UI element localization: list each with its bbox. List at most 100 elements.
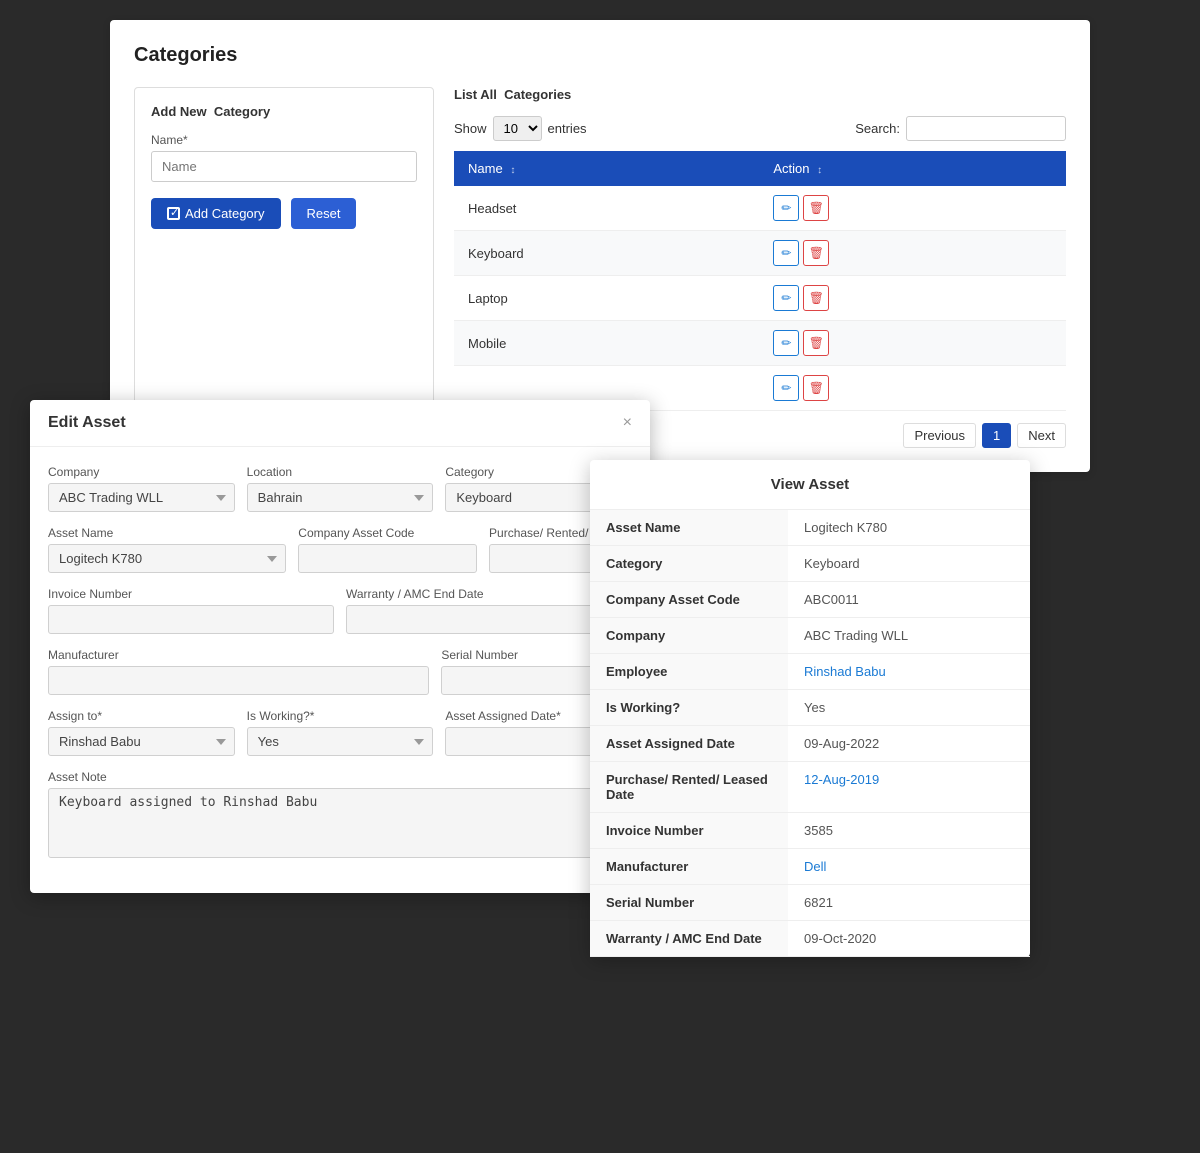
row-actions: ✏ 🗑: [759, 321, 1066, 366]
edit-asset-modal: Edit Asset × Company ABC Trading WLL Loc…: [30, 400, 650, 893]
delete-button[interactable]: 🗑: [803, 195, 829, 221]
asset-name-select[interactable]: Logitech K780: [48, 544, 286, 573]
view-label-asset-name: Asset Name: [590, 510, 788, 546]
company-asset-code-input[interactable]: ABC0011: [298, 544, 477, 573]
note-label: Asset Note: [48, 770, 632, 784]
view-row-assigned-date: Asset Assigned Date 09-Aug-2022: [590, 726, 1030, 762]
close-modal-button[interactable]: ×: [623, 414, 632, 432]
entries-select[interactable]: 10 25 50: [493, 116, 542, 141]
view-label-manufacturer: Manufacturer: [590, 849, 788, 885]
form-row-4: Manufacturer Dell Serial Number 6821: [48, 648, 632, 695]
view-value-assigned-date: 09-Aug-2022: [788, 726, 1030, 762]
reset-button[interactable]: Reset: [291, 198, 357, 229]
view-row-warranty: Warranty / AMC End Date 09-Oct-2020: [590, 921, 1030, 957]
view-value-company: ABC Trading WLL: [788, 618, 1030, 654]
action-btns: ✏ 🗑: [773, 330, 1052, 356]
view-value-employee: Rinshad Babu: [788, 654, 1030, 690]
form-row-2: Asset Name Logitech K780 Company Asset C…: [48, 526, 632, 573]
view-label-company-asset-code: Company Asset Code: [590, 582, 788, 618]
next-page-button[interactable]: Next: [1017, 423, 1066, 448]
action-btns: ✏ 🗑: [773, 285, 1052, 311]
view-panel-title: View Asset: [590, 460, 1030, 510]
show-entries: Show 10 25 50 entries: [454, 116, 587, 141]
assign-to-select[interactable]: Rinshad Babu: [48, 727, 235, 756]
is-working-field: Is Working?* Yes: [247, 709, 434, 756]
view-value-invoice-number: 3585: [788, 813, 1030, 849]
panel-body: Add New Category Name* ✓ Add Category Re…: [134, 87, 1066, 448]
manufacturer-input[interactable]: Dell: [48, 666, 429, 695]
sort-icon-name: ↕: [510, 165, 515, 176]
view-label-purchase-date: Purchase/ Rented/ Leased Date: [590, 762, 788, 813]
delete-button[interactable]: 🗑: [803, 330, 829, 356]
edit-button[interactable]: ✏: [773, 375, 799, 401]
page-title: Categories: [134, 44, 1066, 67]
view-label-warranty: Warranty / AMC End Date: [590, 921, 788, 957]
manufacturer-label: Manufacturer: [48, 648, 429, 662]
show-label: Show: [454, 121, 487, 136]
view-row-category: Category Keyboard: [590, 546, 1030, 582]
company-asset-code-label: Company Asset Code: [298, 526, 477, 540]
prev-page-button[interactable]: Previous: [903, 423, 976, 448]
view-row-is-working: Is Working? Yes: [590, 690, 1030, 726]
row-actions: ✏ 🗑: [759, 276, 1066, 321]
list-category-box: List All Categories Show 10 25 50 entrie…: [454, 87, 1066, 448]
modal-title: Edit Asset: [48, 414, 126, 432]
table-header-row: Name ↕ Action ↕: [454, 151, 1066, 186]
delete-button[interactable]: 🗑: [803, 285, 829, 311]
location-field: Location Bahrain: [247, 465, 434, 512]
location-select[interactable]: Bahrain: [247, 483, 434, 512]
invoice-number-input[interactable]: 3585: [48, 605, 334, 634]
view-value-category: Keyboard: [788, 546, 1030, 582]
view-value-purchase-date: 12-Aug-2019: [788, 762, 1030, 813]
company-field: Company ABC Trading WLL: [48, 465, 235, 512]
name-label: Name*: [151, 133, 417, 147]
table-row: Headset ✏ 🗑: [454, 186, 1066, 231]
row-actions: ✏ 🗑: [759, 186, 1066, 231]
company-select[interactable]: ABC Trading WLL: [48, 483, 235, 512]
view-label-company: Company: [590, 618, 788, 654]
row-name: Laptop: [454, 276, 759, 321]
page-1-button[interactable]: 1: [982, 423, 1011, 448]
invoice-number-label: Invoice Number: [48, 587, 334, 601]
assign-to-label: Assign to*: [48, 709, 235, 723]
search-label: Search:: [855, 121, 900, 136]
delete-button[interactable]: 🗑: [803, 240, 829, 266]
company-asset-code-field: Company Asset Code ABC0011: [298, 526, 477, 573]
add-category-box: Add New Category Name* ✓ Add Category Re…: [134, 87, 434, 448]
delete-button[interactable]: 🗑: [803, 375, 829, 401]
edit-button[interactable]: ✏: [773, 240, 799, 266]
table-row: Mobile ✏ 🗑: [454, 321, 1066, 366]
table-controls: Show 10 25 50 entries Search:: [454, 116, 1066, 141]
view-value-is-working: Yes: [788, 690, 1030, 726]
name-form-group: Name*: [151, 133, 417, 182]
edit-button[interactable]: ✏: [773, 285, 799, 311]
is-working-select[interactable]: Yes: [247, 727, 434, 756]
view-label-employee: Employee: [590, 654, 788, 690]
view-label-assigned-date: Asset Assigned Date: [590, 726, 788, 762]
col-action[interactable]: Action ↕: [759, 151, 1066, 186]
note-field: Asset Note Keyboard assigned to Rinshad …: [48, 770, 632, 861]
view-value-asset-name: Logitech K780: [788, 510, 1030, 546]
view-value-company-asset-code: ABC0011: [788, 582, 1030, 618]
view-value-warranty: 09-Oct-2020: [788, 921, 1030, 957]
view-row-invoice-number: Invoice Number 3585: [590, 813, 1030, 849]
edit-button[interactable]: ✏: [773, 195, 799, 221]
action-btns: ✏ 🗑: [773, 240, 1052, 266]
search-input[interactable]: [906, 116, 1066, 141]
search-box: Search:: [855, 116, 1066, 141]
list-box-title: List All Categories: [454, 87, 1066, 102]
view-label-is-working: Is Working?: [590, 690, 788, 726]
action-btns: ✏ 🗑: [773, 195, 1052, 221]
entries-label: entries: [548, 121, 587, 136]
add-category-button[interactable]: ✓ Add Category: [151, 198, 281, 229]
view-row-asset-name: Asset Name Logitech K780: [590, 510, 1030, 546]
edit-button[interactable]: ✏: [773, 330, 799, 356]
view-label-category: Category: [590, 546, 788, 582]
note-textarea[interactable]: Keyboard assigned to Rinshad Babu: [48, 788, 632, 858]
table-row: Laptop ✏ 🗑: [454, 276, 1066, 321]
row-name: Keyboard: [454, 231, 759, 276]
col-name[interactable]: Name ↕: [454, 151, 759, 186]
form-row-5: Assign to* Rinshad Babu Is Working?* Yes…: [48, 709, 632, 756]
name-input[interactable]: [151, 151, 417, 182]
view-row-purchase-date: Purchase/ Rented/ Leased Date 12-Aug-201…: [590, 762, 1030, 813]
